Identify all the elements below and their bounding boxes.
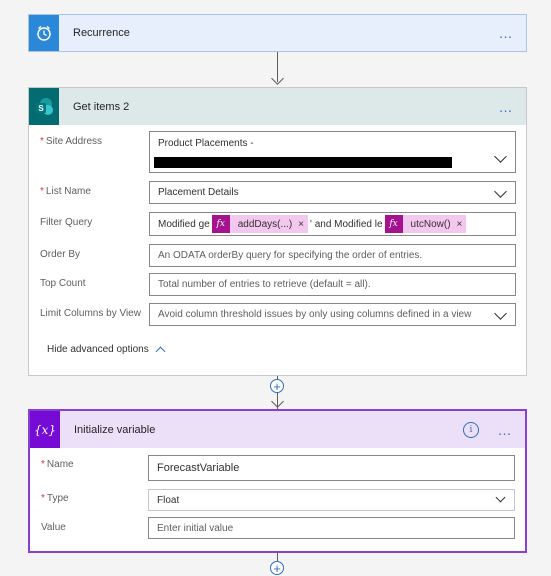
top-count-input[interactable]: Total number of entries to retrieve (def… — [149, 273, 516, 296]
limit-columns-dropdown[interactable]: Avoid column threshold issues by only us… — [149, 303, 516, 326]
variable-type-dropdown[interactable]: Float — [148, 489, 515, 511]
chevron-down-icon[interactable] — [494, 307, 507, 320]
function-icon: fx — [211, 215, 230, 233]
initialize-variable-title: Initialize variable — [74, 423, 156, 436]
chevron-up-icon — [155, 346, 166, 356]
remove-token-icon[interactable]: × — [298, 219, 304, 230]
remove-token-icon[interactable]: × — [457, 219, 463, 230]
limit-columns-label: Limit Columns by View — [40, 308, 141, 319]
list-name-dropdown[interactable]: Placement Details — [149, 181, 516, 204]
recurrence-title: Recurrence — [73, 27, 130, 39]
top-count-label: Top Count — [40, 278, 86, 289]
order-by-label: Order By — [40, 249, 81, 260]
utcnow-token-label: utcNow() — [410, 218, 451, 230]
get-items-title: Get items 2 — [73, 100, 130, 113]
site-address-label: * Site Address — [40, 136, 103, 147]
initialize-variable-header[interactable]: {x} Initialize variable i … — [30, 411, 525, 448]
recurrence-card[interactable]: Recurrence … — [28, 14, 527, 52]
variable-type-label: * Type — [41, 493, 69, 504]
top-count-placeholder: Total number of entries to retrieve (def… — [158, 279, 371, 290]
hide-advanced-label: Hide advanced options — [47, 344, 149, 355]
variable-name-input[interactable]: ForecastVariable — [148, 455, 515, 481]
variable-value-label: Value — [41, 522, 66, 533]
add-step-button[interactable]: + — [270, 561, 284, 575]
hide-advanced-options-link[interactable]: Hide advanced options — [47, 344, 166, 356]
initialize-variable-card[interactable]: {x} Initialize variable i … * Name Foreca… — [28, 409, 527, 553]
site-address-value: Product Placements - — [158, 138, 254, 149]
function-icon: fx — [384, 215, 403, 233]
add-step-button[interactable]: + — [270, 379, 284, 393]
alarm-clock-icon — [29, 15, 59, 51]
chevron-down-icon[interactable] — [494, 185, 507, 198]
filter-text-1: Modified ge — [158, 218, 210, 230]
variable-value-input[interactable]: Enter initial value — [148, 517, 515, 539]
info-icon[interactable]: i — [463, 421, 479, 438]
adddays-token-label: addDays(...) — [237, 218, 293, 230]
get-items-card[interactable]: S Get items 2 … * Site Address Product Pl… — [28, 87, 527, 376]
filter-query-label: Filter Query — [40, 217, 93, 228]
variable-value-placeholder: Enter initial value — [157, 522, 234, 534]
variable-type-value: Float — [157, 494, 180, 506]
sharepoint-icon: S — [29, 88, 59, 125]
list-name-value: Placement Details — [158, 187, 239, 198]
variable-icon: {x} — [30, 411, 60, 448]
svg-text:S: S — [38, 104, 44, 113]
site-address-field[interactable]: Product Placements - — [149, 131, 516, 173]
order-by-input[interactable]: An ODATA orderBy query for specifying th… — [149, 244, 516, 267]
filter-query-field[interactable]: Modified ge fx addDays(...) × ' and Modi… — [149, 212, 516, 236]
filter-text-2: ' and Modified le — [310, 218, 383, 230]
variable-name-label: * Name — [41, 459, 74, 470]
connector-arrow-icon — [271, 72, 284, 85]
list-name-label: * List Name — [40, 186, 91, 197]
chevron-down-icon[interactable] — [494, 150, 507, 163]
adddays-token[interactable]: fx addDays(...) × — [211, 215, 309, 233]
get-items-header[interactable]: S Get items 2 … — [29, 88, 526, 125]
recurrence-more-button[interactable]: … — [494, 25, 518, 41]
get-items-more-button[interactable]: … — [494, 99, 518, 115]
recurrence-header[interactable]: Recurrence … — [29, 15, 526, 51]
utcnow-token[interactable]: fx utcNow() × — [384, 215, 467, 233]
connector-arrow-icon — [271, 395, 284, 408]
order-by-placeholder: An ODATA orderBy query for specifying th… — [158, 250, 423, 261]
redacted-bar — [154, 157, 452, 168]
initialize-variable-more-button[interactable]: … — [493, 422, 517, 438]
limit-columns-placeholder: Avoid column threshold issues by only us… — [158, 309, 472, 320]
variable-name-value: ForecastVariable — [157, 462, 240, 474]
chevron-down-icon[interactable] — [495, 492, 506, 503]
